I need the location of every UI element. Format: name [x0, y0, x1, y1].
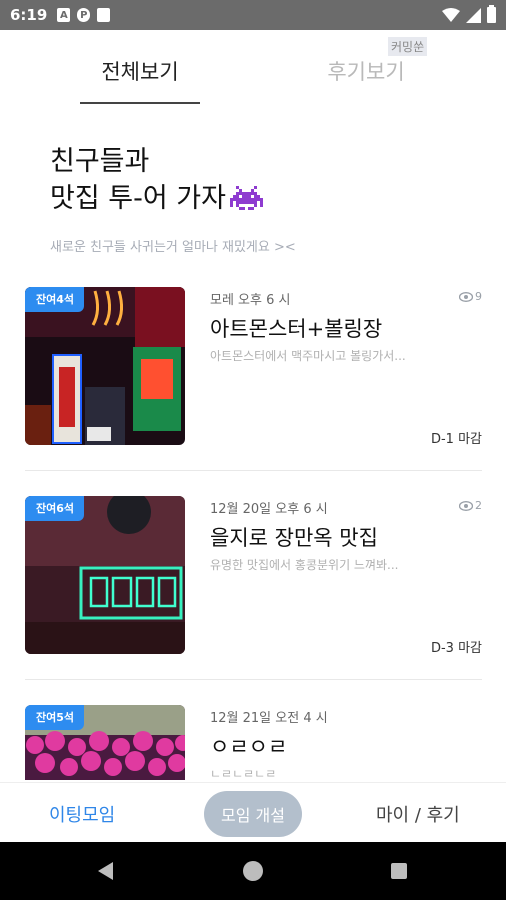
- wifi-icon: [442, 8, 460, 22]
- meeting-date: 12월 20일 오후 6 시: [210, 502, 328, 517]
- meeting-title: 아트몬스터+볼링장: [210, 317, 383, 341]
- bottom-nav: 이팅모임 모임 개설 마이 / 후기: [0, 782, 506, 842]
- meeting-description: ㄴㄹㄴㄹㄴㄹ: [210, 767, 277, 780]
- coming-soon-badge: 커밍쑨: [388, 37, 428, 56]
- space-invader-icon: [229, 186, 263, 210]
- meeting-card[interactable]: 잔여4석 모레 오후 6 시 9 아트몬스터+볼링장 아트몬스터에서 맥주마시고…: [0, 280, 506, 490]
- nav-my-review[interactable]: 마이 / 후기: [376, 801, 460, 827]
- meeting-description: 유명한 맛집에서 홍콩분위기 느껴봐...: [210, 558, 399, 572]
- meeting-list: 잔여4석 모레 오후 6 시 9 아트몬스터+볼링장 아트몬스터에서 맥주마시고…: [0, 280, 506, 780]
- home-icon[interactable]: [243, 861, 263, 881]
- meeting-deadline: D-1 마감: [430, 432, 482, 447]
- meeting-title: 을지로 장만옥 맛집: [210, 526, 378, 550]
- tab-all[interactable]: 전체보기: [80, 56, 200, 86]
- sim-card-icon: [97, 8, 111, 22]
- hero-line-2: 맛집 투-어 가자: [50, 183, 226, 214]
- meeting-date: 12월 21일 오전 4 시: [210, 711, 328, 726]
- meeting-deadline: D-3 마감: [430, 641, 482, 656]
- active-tab-indicator: [80, 102, 200, 104]
- top-tabs: 전체보기 후기보기 커밍쑨: [0, 30, 506, 110]
- pinterest-like-icon: P: [77, 8, 91, 22]
- meeting-thumbnail: 잔여5석: [25, 705, 185, 780]
- meeting-card[interactable]: 잔여5석 12월 21일 오전 4 시 ㅇㄹㅇㄹ ㄴㄹㄴㄹㄴㄹ: [0, 698, 506, 780]
- battery-icon: [487, 5, 496, 23]
- hero-subtitle: 새로운 친구들 사귀는거 얼마나 재밌게요 ><: [50, 240, 296, 255]
- meeting-thumbnail: 잔여4석: [25, 287, 185, 445]
- hero-title: 친구들과 맛집 투-어 가자: [50, 143, 263, 217]
- recent-apps-icon[interactable]: [391, 863, 407, 879]
- seats-left-badge: 잔여6석: [25, 496, 85, 521]
- create-meeting-button[interactable]: 모임 개설: [204, 791, 302, 837]
- tab-review[interactable]: 후기보기: [306, 56, 426, 86]
- view-count-value: 2: [475, 499, 482, 512]
- divider: [25, 470, 482, 471]
- meeting-title: ㅇㄹㅇㄹ: [210, 735, 288, 759]
- meeting-date: 모레 오후 6 시: [210, 293, 291, 308]
- eye-icon: [459, 291, 473, 302]
- meeting-description: 아트몬스터에서 맥주마시고 볼링가서...: [210, 349, 406, 363]
- eye-icon: [459, 500, 473, 511]
- view-count: 9: [459, 290, 482, 303]
- view-count: 2: [459, 499, 482, 512]
- back-icon[interactable]: [98, 862, 113, 880]
- hero-line-1: 친구들과: [50, 146, 150, 177]
- divider: [25, 679, 482, 680]
- meeting-thumbnail: 잔여6석: [25, 496, 185, 654]
- seats-left-badge: 잔여4석: [25, 287, 85, 312]
- font-icon: A: [57, 8, 71, 22]
- seats-left-badge: 잔여5석: [25, 705, 85, 730]
- view-count-value: 9: [475, 290, 482, 303]
- status-time: 6:19: [10, 6, 48, 24]
- signal-icon: [466, 7, 481, 23]
- status-bar: 6:19 A P: [0, 0, 506, 30]
- nav-eating-meeting[interactable]: 이팅모임: [49, 801, 115, 827]
- meeting-card[interactable]: 잔여6석 12월 20일 오후 6 시 2 을지로 장만옥 맛집 유명한 맛집에…: [0, 489, 506, 699]
- system-nav-bar: [0, 842, 506, 900]
